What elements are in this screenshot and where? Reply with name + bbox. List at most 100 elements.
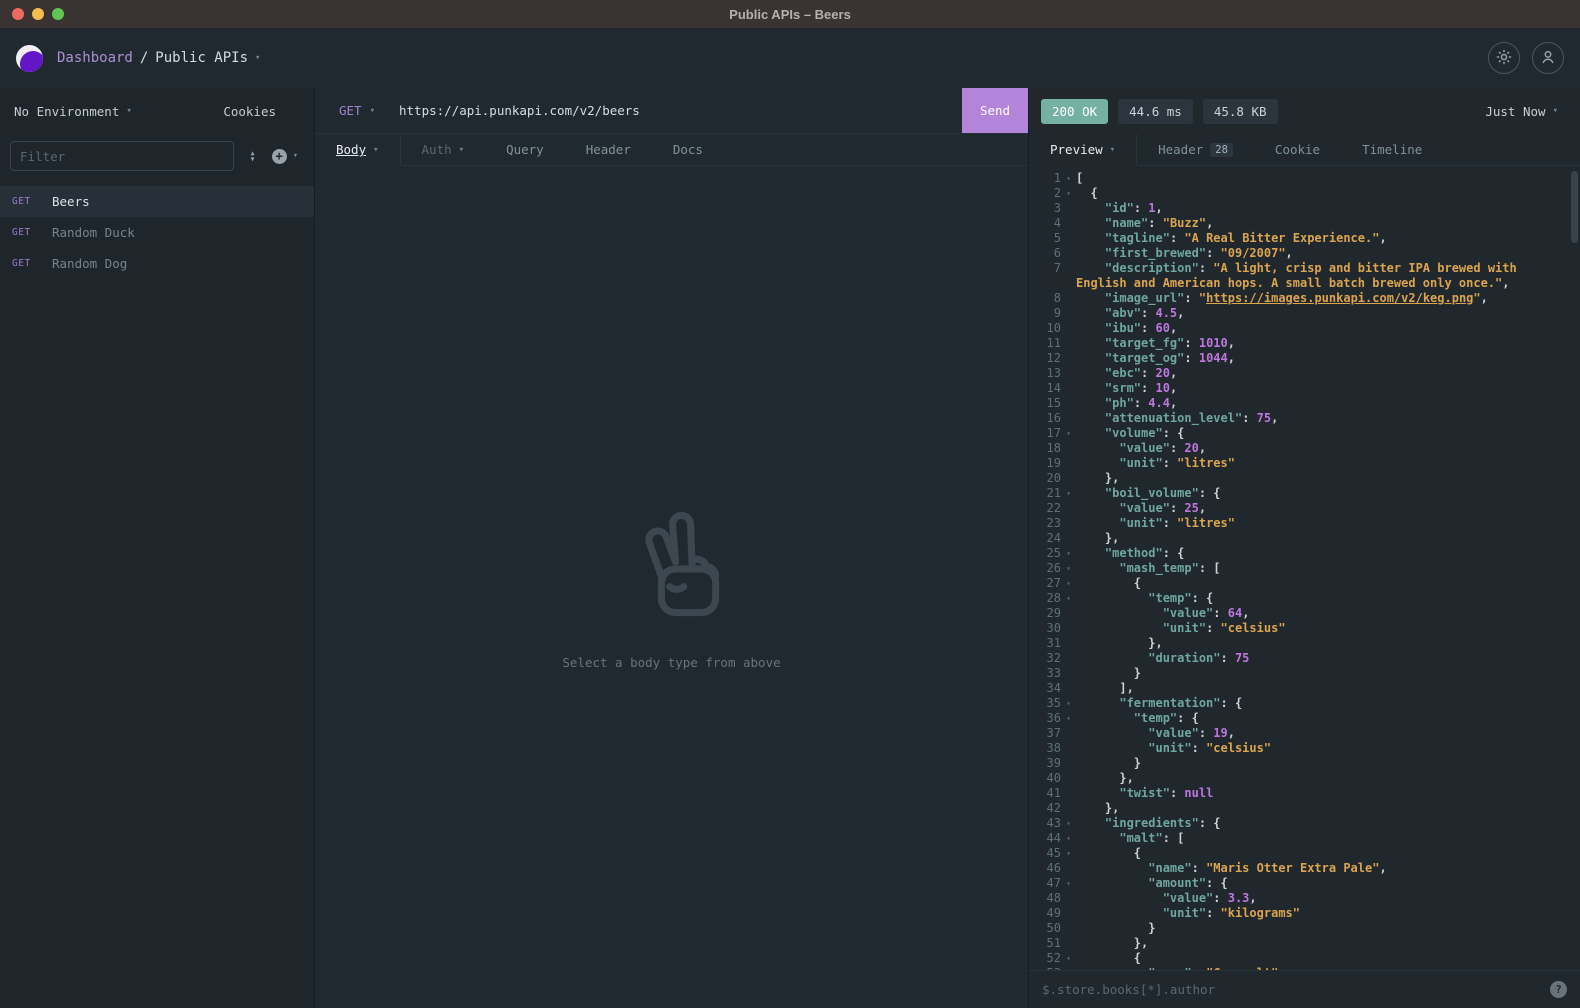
sort-icon[interactable]: ▲▼ bbox=[244, 150, 262, 162]
fold-toggle-icon[interactable]: ▾ bbox=[1061, 546, 1076, 561]
tab-response-header[interactable]: Header 28 bbox=[1137, 134, 1254, 166]
code-line: 4 "name": "Buzz", bbox=[1029, 216, 1580, 231]
request-list-item-beers[interactable]: GET Beers bbox=[0, 186, 314, 217]
breadcrumb-workspace[interactable]: Public APIs bbox=[155, 50, 248, 66]
code-line: 2▾ { bbox=[1029, 186, 1580, 201]
fold-toggle-icon[interactable]: ▾ bbox=[1061, 846, 1076, 861]
tab-timeline[interactable]: Timeline bbox=[1341, 134, 1443, 166]
code-line: 11 "target_fg": 1010, bbox=[1029, 336, 1580, 351]
fold-spacer bbox=[1061, 441, 1076, 456]
body-empty-state: Select a body type from above bbox=[315, 166, 1028, 1008]
code-line: 16 "attenuation_level": 75, bbox=[1029, 411, 1580, 426]
code-line: 13 "ebc": 20, bbox=[1029, 366, 1580, 381]
code-line: 20 }, bbox=[1029, 471, 1580, 486]
send-button[interactable]: Send bbox=[962, 88, 1028, 133]
fold-spacer bbox=[1061, 411, 1076, 426]
fold-toggle-icon[interactable]: ▾ bbox=[1061, 711, 1076, 726]
code-line: 31 }, bbox=[1029, 636, 1580, 651]
code-line: 18 "value": 20, bbox=[1029, 441, 1580, 456]
minimize-window-button[interactable] bbox=[32, 8, 44, 20]
chevron-down-icon: ▾ bbox=[1110, 145, 1115, 155]
create-request-dropdown[interactable]: + ▾ bbox=[272, 149, 298, 164]
response-history-dropdown[interactable]: Just Now ▾ bbox=[1485, 104, 1568, 119]
sidebar-filter-input[interactable] bbox=[10, 141, 234, 171]
scrollbar-thumb[interactable] bbox=[1571, 171, 1578, 243]
fold-toggle-icon[interactable]: ▾ bbox=[1061, 591, 1076, 606]
fold-toggle-icon[interactable]: ▾ bbox=[1061, 561, 1076, 576]
request-name: Random Duck bbox=[52, 225, 135, 240]
code-line: 45▾ { bbox=[1029, 846, 1580, 861]
fold-toggle-icon[interactable]: ▾ bbox=[1061, 486, 1076, 501]
fold-toggle-icon[interactable]: ▾ bbox=[1061, 576, 1076, 591]
request-list-item-random-dog[interactable]: GET Random Dog bbox=[0, 248, 314, 279]
response-tabs: Preview ▾ Header 28 Cookie Timeline bbox=[1029, 134, 1580, 166]
url-input[interactable]: https://api.punkapi.com/v2/beers bbox=[387, 88, 962, 133]
fold-spacer bbox=[1061, 771, 1076, 786]
time-badge: 44.6 ms bbox=[1118, 99, 1193, 124]
tab-header[interactable]: Header bbox=[565, 134, 652, 166]
fold-toggle-icon[interactable]: ▾ bbox=[1061, 876, 1076, 891]
fold-toggle-icon[interactable]: ▾ bbox=[1061, 696, 1076, 711]
request-method-badge: GET bbox=[12, 196, 38, 207]
code-line: 37 "value": 19, bbox=[1029, 726, 1580, 741]
chevron-down-icon: ▾ bbox=[373, 145, 378, 155]
fold-spacer bbox=[1061, 261, 1076, 291]
fold-spacer bbox=[1061, 726, 1076, 741]
code-line: 39 } bbox=[1029, 756, 1580, 771]
fold-spacer bbox=[1061, 456, 1076, 471]
environment-dropdown[interactable]: No Environment ▾ bbox=[14, 104, 132, 119]
request-name: Beers bbox=[52, 194, 90, 209]
tab-body[interactable]: Body ▾ bbox=[315, 134, 401, 166]
settings-button[interactable] bbox=[1488, 42, 1520, 74]
fold-spacer bbox=[1061, 381, 1076, 396]
history-label: Just Now bbox=[1485, 104, 1545, 119]
fold-spacer bbox=[1061, 531, 1076, 546]
code-line: 23 "unit": "litres" bbox=[1029, 516, 1580, 531]
fold-spacer bbox=[1061, 501, 1076, 516]
code-line: 22 "value": 25, bbox=[1029, 501, 1580, 516]
insomnia-logo-icon bbox=[16, 45, 43, 72]
window-titlebar: Public APIs – Beers bbox=[0, 0, 1580, 28]
code-line: 51 }, bbox=[1029, 936, 1580, 951]
fold-toggle-icon[interactable]: ▾ bbox=[1061, 426, 1076, 441]
fold-spacer bbox=[1061, 891, 1076, 906]
code-line: 7 "description": "A light, crisp and bit… bbox=[1029, 261, 1580, 291]
fold-toggle-icon[interactable]: ▾ bbox=[1061, 951, 1076, 966]
close-window-button[interactable] bbox=[12, 8, 24, 20]
breadcrumb: Dashboard / Public APIs ▾ bbox=[57, 50, 260, 66]
fold-toggle-icon[interactable]: ▾ bbox=[1061, 816, 1076, 831]
fold-toggle-icon[interactable]: ▾ bbox=[1061, 831, 1076, 846]
chevron-down-icon[interactable]: ▾ bbox=[255, 53, 260, 63]
request-tabs: Body ▾ Auth ▾ Query Header Docs bbox=[315, 134, 1028, 166]
fold-toggle-icon[interactable]: ▾ bbox=[1061, 171, 1076, 186]
cookies-button[interactable]: Cookies bbox=[223, 104, 276, 119]
account-button[interactable] bbox=[1532, 42, 1564, 74]
main-content: No Environment ▾ Cookies ▲▼ + ▾ GET Beer… bbox=[0, 88, 1580, 1008]
fold-spacer bbox=[1061, 966, 1076, 970]
fold-spacer bbox=[1061, 201, 1076, 216]
empty-state-text: Select a body type from above bbox=[562, 655, 780, 670]
code-line: 29 "value": 64, bbox=[1029, 606, 1580, 621]
code-line: 52▾ { bbox=[1029, 951, 1580, 966]
fold-spacer bbox=[1061, 516, 1076, 531]
response-filter-input[interactable] bbox=[1042, 982, 1540, 997]
breadcrumb-dashboard-link[interactable]: Dashboard bbox=[57, 50, 133, 66]
fold-spacer bbox=[1061, 681, 1076, 696]
method-dropdown[interactable]: GET ▾ bbox=[315, 88, 387, 133]
request-list-item-random-duck[interactable]: GET Random Duck bbox=[0, 217, 314, 248]
tab-cookie[interactable]: Cookie bbox=[1254, 134, 1341, 166]
fold-spacer bbox=[1061, 396, 1076, 411]
fold-spacer bbox=[1061, 756, 1076, 771]
app-header: Dashboard / Public APIs ▾ bbox=[0, 28, 1580, 88]
tab-docs[interactable]: Docs bbox=[652, 134, 724, 166]
tab-auth[interactable]: Auth ▾ bbox=[401, 134, 486, 166]
tab-query[interactable]: Query bbox=[485, 134, 565, 166]
code-line: 6 "first_brewed": "09/2007", bbox=[1029, 246, 1580, 261]
fold-toggle-icon[interactable]: ▾ bbox=[1061, 186, 1076, 201]
fold-spacer bbox=[1061, 351, 1076, 366]
zoom-window-button[interactable] bbox=[52, 8, 64, 20]
fold-spacer bbox=[1061, 666, 1076, 681]
help-icon[interactable]: ? bbox=[1550, 981, 1567, 998]
tab-preview[interactable]: Preview ▾ bbox=[1029, 134, 1137, 166]
tab-filler bbox=[724, 134, 1028, 166]
